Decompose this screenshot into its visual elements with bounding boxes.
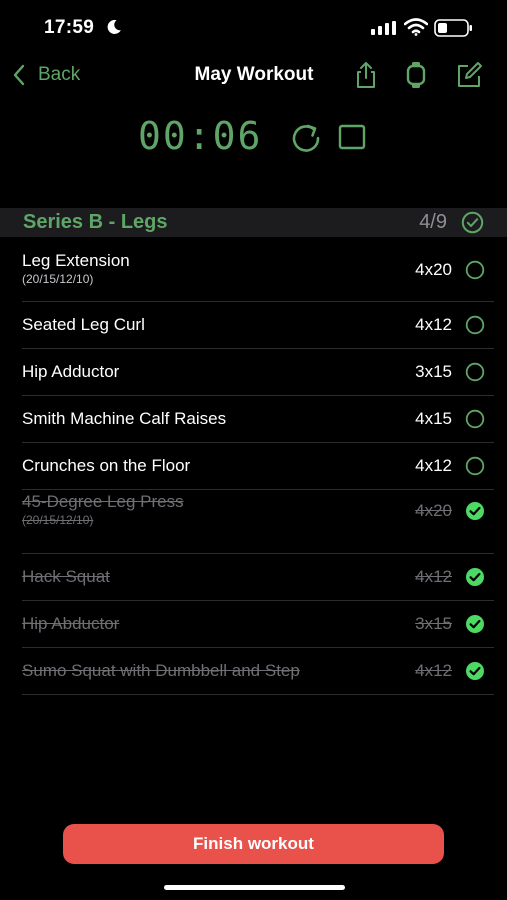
exercise-sets: 4x12 xyxy=(415,315,452,334)
exercise-row[interactable]: Hip Abductor 3x15 xyxy=(22,600,494,648)
check-empty-icon[interactable] xyxy=(465,409,485,429)
exercise-name: Smith Machine Calf Raises xyxy=(22,409,227,428)
check-empty-icon[interactable] xyxy=(465,456,485,476)
exercise-reps-detail: (20/15/12/10) xyxy=(22,272,94,286)
section-title: Series B - Legs xyxy=(23,211,168,233)
page-title: May Workout xyxy=(194,64,314,85)
exercise-row[interactable]: Seated Leg Curl 4x12 xyxy=(22,301,494,349)
exercise-name: Sumo Squat with Dumbbell and Step xyxy=(22,661,300,680)
wifi-icon xyxy=(404,18,428,36)
check-circle-icon[interactable] xyxy=(461,211,484,234)
exercise-name: 45-Degree Leg Press xyxy=(22,492,184,511)
share-icon[interactable] xyxy=(352,61,380,89)
check-filled-icon[interactable] xyxy=(465,661,485,681)
edit-icon[interactable] xyxy=(455,61,483,89)
reset-icon[interactable] xyxy=(289,120,323,154)
exercise-sets: 4x20 xyxy=(415,260,452,279)
chevron-left-icon xyxy=(13,64,25,86)
exercise-row[interactable]: Hip Adductor 3x15 xyxy=(22,348,494,396)
exercise-sets: 4x15 xyxy=(415,409,452,428)
back-label: Back xyxy=(38,64,81,85)
exercise-name: Leg Extension xyxy=(22,251,130,270)
exercise-sets: 3x15 xyxy=(415,362,452,381)
exercise-sets: 4x20 xyxy=(415,501,452,520)
exercise-sets: 3x15 xyxy=(415,614,452,633)
exercise-name: Hip Adductor xyxy=(22,362,120,381)
exercise-row[interactable]: 45-Degree Leg Press (20/15/12/10) 4x20 xyxy=(22,489,494,554)
stop-icon[interactable] xyxy=(337,123,367,151)
exercise-name: Hack Squat xyxy=(22,567,110,586)
home-indicator xyxy=(164,885,345,890)
section-count: 4/9 xyxy=(419,211,447,233)
watch-icon[interactable] xyxy=(402,61,430,89)
exercise-row[interactable]: Sumo Squat with Dumbbell and Step 4x12 xyxy=(22,647,494,695)
status-bar: 17:59 xyxy=(0,0,507,56)
check-filled-icon[interactable] xyxy=(465,614,485,634)
check-empty-icon[interactable] xyxy=(465,260,485,280)
battery-icon xyxy=(434,19,472,37)
check-empty-icon[interactable] xyxy=(465,362,485,382)
exercise-reps-detail: (20/15/12/10) xyxy=(22,513,94,527)
exercise-sets: 4x12 xyxy=(415,456,452,475)
signal-icon xyxy=(371,21,396,35)
exercise-row[interactable]: Smith Machine Calf Raises 4x15 xyxy=(22,395,494,443)
timer-display: 00:06 xyxy=(138,114,263,158)
screen: 17:59 Back May Workout 00:06 Series B - … xyxy=(0,0,507,900)
exercise-row[interactable]: Leg Extension (20/15/12/10) 4x20 xyxy=(22,248,494,302)
moon-icon xyxy=(107,19,121,34)
exercise-name: Seated Leg Curl xyxy=(22,315,145,334)
check-filled-icon[interactable] xyxy=(465,567,485,587)
exercise-sets: 4x12 xyxy=(415,661,452,680)
exercise-row[interactable]: Crunches on the Floor 4x12 xyxy=(22,442,494,490)
check-filled-icon[interactable] xyxy=(465,501,485,521)
back-button[interactable]: Back xyxy=(12,62,80,88)
exercise-sets: 4x12 xyxy=(415,567,452,586)
check-empty-icon[interactable] xyxy=(465,315,485,335)
exercise-row[interactable]: Hack Squat 4x12 xyxy=(22,553,494,601)
exercise-name: Crunches on the Floor xyxy=(22,456,191,475)
exercise-name: Hip Abductor xyxy=(22,614,120,633)
finish-workout-button[interactable]: Finish workout xyxy=(63,824,444,864)
status-time: 17:59 xyxy=(44,17,95,38)
section-header: Series B - Legs 4/9 xyxy=(0,208,507,237)
